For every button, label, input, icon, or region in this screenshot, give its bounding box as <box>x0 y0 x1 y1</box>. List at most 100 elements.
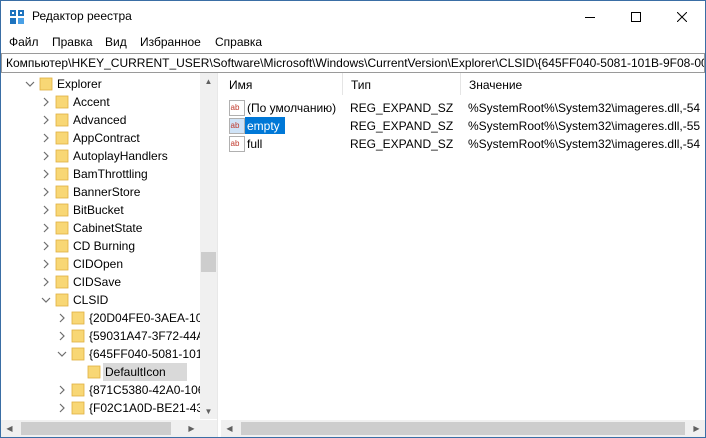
tree-item[interactable]: DefaultIcon <box>1 363 217 381</box>
tree-item[interactable]: {20D04FE0-3AEA-1069 <box>1 309 217 327</box>
tree-item-label: AppContract <box>73 131 140 145</box>
folder-open-icon <box>39 77 53 91</box>
key-tree-pane[interactable]: Explorer Accent Advanced AppContract Autopla… <box>1 73 217 437</box>
tree-item-label: CIDOpen <box>73 257 124 271</box>
chevron-right-icon[interactable] <box>55 381 69 399</box>
chevron-right-icon[interactable] <box>39 237 53 255</box>
tree-item-label: AutoplayHandlers <box>73 149 168 163</box>
value-row[interactable]: ab full REG_EXPAND_SZ %SystemRoot%\System32… <box>221 135 705 153</box>
scroll-up-arrow-icon[interactable]: ▲ <box>200 73 217 90</box>
title-bar[interactable]: Редактор реестра <box>1 1 705 32</box>
address-bar[interactable]: Компьютер\HKEY_CURRENT_USER\Software\Mic… <box>1 53 705 73</box>
menu-file[interactable]: Файл <box>9 35 39 49</box>
chevron-right-icon[interactable] <box>55 327 69 345</box>
tree-item[interactable]: BitBucket <box>1 201 217 219</box>
close-icon <box>677 11 687 22</box>
menu-bar: Файл Правка Вид Избранное Справка <box>1 32 705 52</box>
menu-view[interactable]: Вид <box>105 35 127 49</box>
tree-vertical-scrollbar[interactable] <box>200 73 217 419</box>
value-row[interactable]: ab empty REG_EXPAND_SZ %SystemRoot%\System3… <box>221 117 705 135</box>
chevron-right-icon[interactable] <box>39 165 53 183</box>
tree-item[interactable]: BannerStore <box>1 183 217 201</box>
tree-item[interactable]: {871C5380-42A0-1069 <box>1 381 217 399</box>
value-data: %SystemRoot%\System32\imageres.dll,-55 <box>468 119 701 133</box>
values-scroll-right-arrow-icon[interactable]: ▶ <box>688 420 705 437</box>
tree-item[interactable]: Accent <box>1 93 217 111</box>
column-header-name[interactable]: Имя <box>221 73 343 95</box>
scroll-down-arrow-icon[interactable]: ▼ <box>200 403 217 420</box>
folder-icon <box>55 95 69 109</box>
folder-icon <box>55 167 69 181</box>
tree-item-label: CIDSave <box>73 275 122 289</box>
value-type: REG_EXPAND_SZ <box>350 119 454 133</box>
values-list-pane[interactable]: Имя Тип Значение ab (По умолчанию) REG_EXP… <box>221 73 705 420</box>
tree-item-label: {20D04FE0-3AEA-1069 <box>89 311 216 325</box>
tree-item[interactable]: {645FF040-5081-101B <box>1 345 217 363</box>
tree-scroll-thumb[interactable] <box>201 252 216 272</box>
tree-item[interactable]: {59031A47-3F72-44A7 <box>1 327 217 345</box>
value-row[interactable]: ab (По умолчанию) REG_EXPAND_SZ %SystemRoot… <box>221 99 705 117</box>
value-name: (По умолчанию) <box>247 101 337 115</box>
menu-edit[interactable]: Правка <box>52 35 93 49</box>
tree-scroll-right-arrow-icon[interactable]: ▶ <box>183 420 200 437</box>
tree-item[interactable]: AppContract <box>1 129 217 147</box>
window-title: Редактор реестра <box>32 9 132 23</box>
values-hscroll-thumb[interactable] <box>241 422 685 435</box>
chevron-right-icon[interactable] <box>39 255 53 273</box>
svg-text:ab: ab <box>231 121 240 130</box>
minimize-icon <box>585 16 595 18</box>
tree-item-label: CLSID <box>73 293 109 307</box>
folder-icon <box>55 275 69 289</box>
chevron-right-icon[interactable] <box>55 309 69 327</box>
chevron-right-icon[interactable] <box>39 147 53 165</box>
chevron-down-icon[interactable] <box>39 291 53 309</box>
values-scroll-left-arrow-icon[interactable]: ◀ <box>221 420 238 437</box>
string-value-icon: ab <box>229 118 245 134</box>
tree-item[interactable]: BamThrottling <box>1 165 217 183</box>
tree-item[interactable]: {F02C1A0D-BE21-435 <box>1 399 217 417</box>
tree-item[interactable]: CIDOpen <box>1 255 217 273</box>
registry-editor-window: Редактор реестра Файл Правка Вид Избранн… <box>0 0 706 438</box>
tree-item-label: Explorer <box>57 77 102 91</box>
value-type: REG_EXPAND_SZ <box>350 137 454 151</box>
column-header-value[interactable]: Значение <box>461 73 705 95</box>
tree-item-label: {F02C1A0D-BE21-435 <box>89 401 210 415</box>
address-path[interactable]: Компьютер\HKEY_CURRENT_USER\Software\Mic… <box>6 56 704 70</box>
tree-scroll-left-arrow-icon[interactable]: ◀ <box>1 420 18 437</box>
string-value-icon: ab <box>229 136 245 152</box>
chevron-right-icon[interactable] <box>39 183 53 201</box>
tree-item-label: DefaultIcon <box>105 365 166 379</box>
column-header-type[interactable]: Тип <box>343 73 461 95</box>
tree-hscroll-thumb[interactable] <box>21 422 171 435</box>
tree-item[interactable]: Explorer <box>1 75 217 93</box>
chevron-right-icon[interactable] <box>39 273 53 291</box>
chevron-right-icon[interactable] <box>39 129 53 147</box>
registry-editor-icon <box>10 10 24 24</box>
chevron-right-icon[interactable] <box>39 111 53 129</box>
tree-item[interactable]: CD Burning <box>1 237 217 255</box>
maximize-icon <box>631 11 641 22</box>
value-data: %SystemRoot%\System32\imageres.dll,-54 <box>468 101 701 115</box>
close-button[interactable] <box>659 1 705 32</box>
chevron-down-icon[interactable] <box>23 75 37 93</box>
menu-favorites[interactable]: Избранное <box>140 35 201 49</box>
chevron-right-icon[interactable] <box>55 399 69 417</box>
tree-item[interactable]: CIDSave <box>1 273 217 291</box>
tree-item-label: {59031A47-3F72-44A7 <box>89 329 212 343</box>
chevron-down-icon[interactable] <box>55 345 69 363</box>
tree-item-label: Accent <box>73 95 110 109</box>
tree-item[interactable]: Advanced <box>1 111 217 129</box>
chevron-right-icon[interactable] <box>39 219 53 237</box>
chevron-right-icon[interactable] <box>39 201 53 219</box>
tree-item-label: BitBucket <box>73 203 124 217</box>
tree-item[interactable]: CabinetState <box>1 219 217 237</box>
folder-icon <box>55 203 69 217</box>
menu-help[interactable]: Справка <box>215 35 262 49</box>
tree-item[interactable]: AutoplayHandlers <box>1 147 217 165</box>
tree-item[interactable]: CLSID <box>1 291 217 309</box>
minimize-button[interactable] <box>567 1 613 32</box>
tree-item-label: CabinetState <box>73 221 143 235</box>
maximize-button[interactable] <box>613 1 659 32</box>
value-name: empty <box>247 119 280 133</box>
chevron-right-icon[interactable] <box>39 93 53 111</box>
